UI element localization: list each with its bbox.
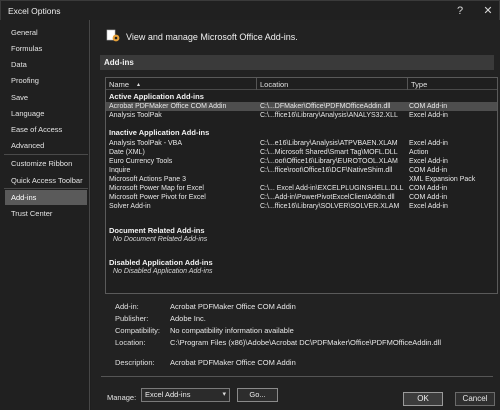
sidebar-item-trust-center[interactable]: Trust Center — [5, 206, 87, 221]
detail-location: C:\Program Files (x86)\Adobe\Acrobat DC\… — [170, 338, 442, 347]
sidebar-item-save[interactable]: Save — [5, 90, 87, 105]
sidebar-item-general[interactable]: General — [5, 25, 87, 40]
row-location: C:\...DFMaker\Office\PDFMOfficeAddin.dll — [260, 103, 391, 110]
row-name: Analysis ToolPak - VBA — [109, 140, 183, 147]
row-type: COM Add-in — [409, 194, 448, 201]
addins-list[interactable]: Name ▴ Location Type Active Application … — [105, 77, 498, 294]
row-location: C:\...ffice\root\Office16\DCF\NativeShim… — [260, 167, 393, 174]
sidebar-item-customize-ribbon[interactable]: Customize Ribbon — [5, 156, 87, 171]
row-name: Euro Currency Tools — [109, 158, 173, 165]
sidebar-item-data[interactable]: Data — [5, 57, 87, 72]
table-row[interactable]: Microsoft Power Map for Excel C:\... Exc… — [106, 184, 497, 193]
table-row[interactable]: Microsoft Power Pivot for Excel C:\...Ad… — [106, 193, 497, 202]
group-heading-disabled: Disabled Application Add-ins — [109, 258, 213, 267]
main-panel: View and manage Microsoft Office Add-ins… — [91, 20, 500, 410]
ok-button[interactable]: OK — [403, 392, 443, 406]
group-heading-document: Document Related Add-ins — [109, 226, 205, 235]
manage-dropdown-value: Excel Add-ins — [145, 390, 191, 399]
row-name: Solver Add-in — [109, 203, 151, 210]
list-header: Name ▴ Location Type — [106, 78, 497, 90]
row-type: Excel Add-in — [409, 112, 448, 119]
sidebar-item-formulas[interactable]: Formulas — [5, 41, 87, 56]
help-button[interactable]: ? — [447, 1, 473, 21]
row-type: COM Add-in — [409, 167, 448, 174]
column-location[interactable]: Location — [260, 80, 288, 89]
group-heading-active: Active Application Add-ins — [109, 92, 204, 101]
row-type: XML Expansion Pack — [409, 176, 476, 183]
column-type[interactable]: Type — [411, 80, 427, 89]
cancel-button[interactable]: Cancel — [455, 392, 495, 406]
sidebar-item-add-ins[interactable]: Add-ins — [5, 190, 87, 205]
row-name: Microsoft Power Map for Excel — [109, 185, 204, 192]
empty-disabled-note: No Disabled Application Add-ins — [113, 268, 213, 275]
row-type: Excel Add-in — [409, 158, 448, 165]
sidebar-item-quick-access-toolbar[interactable]: Quick Access Toolbar — [5, 173, 87, 188]
row-location: C:\... Excel Add-in\EXCELPLUGINSHELL.DLL — [260, 185, 404, 192]
close-button[interactable]: ✕ — [475, 1, 500, 21]
row-name: Date (XML) — [109, 149, 145, 156]
detail-label: Compatibility: — [115, 326, 161, 335]
table-row[interactable]: Euro Currency Tools C:\...oot\Office16\L… — [106, 157, 497, 166]
table-row[interactable]: Date (XML) C:\...Microsoft Shared\Smart … — [106, 148, 497, 157]
row-name: Acrobat PDFMaker Office COM Addin — [109, 103, 227, 110]
row-type: Excel Add-in — [409, 140, 448, 147]
gear-addin-icon — [106, 29, 120, 42]
row-location: C:\...ffice16\Library\SOLVER\SOLVER.XLAM — [260, 203, 400, 210]
row-location: C:\...ffice16\Library\Analysis\ANALYS32.… — [260, 112, 398, 119]
sidebar-item-ease-of-access[interactable]: Ease of Access — [5, 122, 87, 137]
detail-description: Acrobat PDFMaker Office COM Addin — [170, 358, 296, 367]
sidebar-item-proofing[interactable]: Proofing — [5, 73, 87, 88]
detail-label: Add-in: — [115, 302, 139, 311]
sidebar-item-advanced[interactable]: Advanced — [5, 138, 87, 153]
column-name[interactable]: Name — [109, 80, 129, 89]
table-row[interactable]: Analysis ToolPak C:\...ffice16\Library\A… — [106, 111, 497, 120]
table-row[interactable]: Microsoft Actions Pane 3 XML Expansion P… — [106, 175, 497, 184]
detail-publisher: Adobe Inc. — [170, 314, 206, 323]
detail-label: Description: — [115, 358, 155, 367]
row-name: Inquire — [109, 167, 131, 174]
section-title: Add-ins — [100, 55, 494, 70]
table-row[interactable]: Analysis ToolPak - VBA C:\...e16\Library… — [106, 139, 497, 148]
detail-addin: Acrobat PDFMaker Office COM Addin — [170, 302, 296, 311]
window-title: Excel Options — [8, 6, 61, 16]
row-name: Microsoft Actions Pane 3 — [109, 176, 187, 183]
manage-dropdown[interactable]: Excel Add-ins ▾ — [141, 388, 230, 402]
row-type: Action — [409, 149, 429, 156]
row-location: C:\...Add-in\PowerPivotExcelClientAddIn.… — [260, 194, 395, 201]
sidebar: General Formulas Data Proofing Save Lang… — [0, 20, 90, 410]
group-heading-inactive: Inactive Application Add-ins — [109, 128, 210, 137]
page-heading: View and manage Microsoft Office Add-ins… — [126, 32, 298, 42]
column-divider[interactable] — [256, 78, 257, 90]
row-name: Microsoft Power Pivot for Excel — [109, 194, 206, 201]
detail-label: Publisher: — [115, 314, 149, 323]
chevron-down-icon: ▾ — [222, 391, 226, 398]
table-row[interactable]: Acrobat PDFMaker Office COM Addin C:\...… — [106, 102, 497, 111]
divider — [101, 376, 493, 377]
table-row[interactable]: Solver Add-in C:\...ffice16\Library\SOLV… — [106, 202, 497, 211]
go-button[interactable]: Go... — [237, 388, 278, 402]
row-type: Excel Add-in — [409, 203, 448, 210]
row-location: C:\...Microsoft Shared\Smart Tag\MOFL.DL… — [260, 149, 398, 156]
empty-document-note: No Document Related Add-ins — [113, 236, 208, 243]
detail-label: Location: — [115, 338, 146, 347]
sidebar-divider — [4, 154, 88, 155]
row-type: COM Add-in — [409, 103, 448, 110]
detail-compatibility: No compatibility information available — [170, 326, 294, 335]
row-name: Analysis ToolPak — [109, 112, 162, 119]
table-row[interactable]: Inquire C:\...ffice\root\Office16\DCF\Na… — [106, 166, 497, 175]
row-location: C:\...e16\Library\Analysis\ATPVBAEN.XLAM — [260, 140, 398, 147]
column-divider[interactable] — [407, 78, 408, 90]
row-location: C:\...oot\Office16\Library\EUROTOOL.XLAM — [260, 158, 398, 165]
sidebar-item-language[interactable]: Language — [5, 106, 87, 121]
manage-label: Manage: — [107, 393, 137, 402]
sidebar-divider — [4, 188, 88, 189]
title-bar: Excel Options ? ✕ — [0, 0, 500, 20]
row-type: COM Add-in — [409, 185, 448, 192]
sort-ascending-icon: ▴ — [137, 82, 141, 88]
